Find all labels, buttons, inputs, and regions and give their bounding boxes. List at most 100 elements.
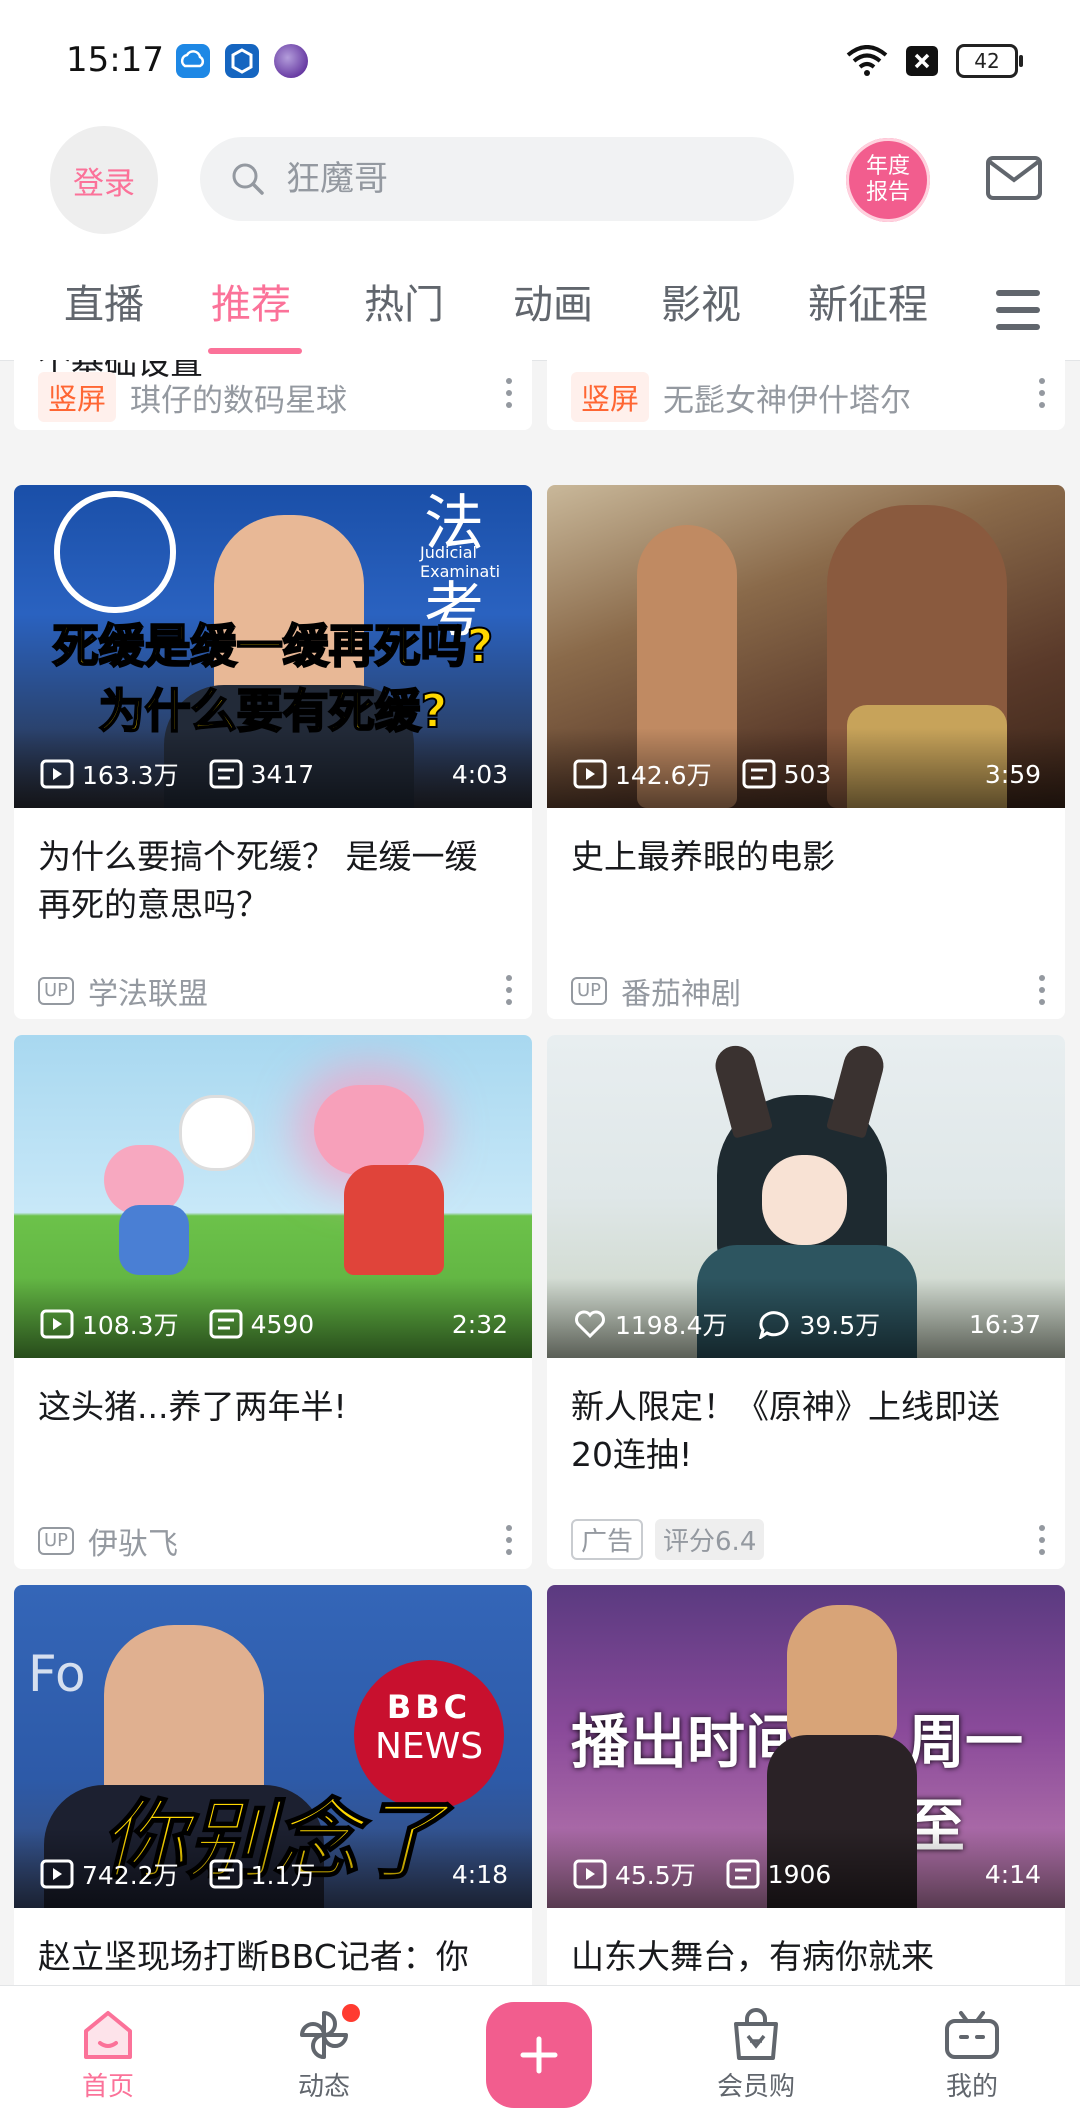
thumb-logo xyxy=(54,491,176,613)
battery-indicator: 42 xyxy=(956,44,1023,78)
annual-report-line1: 年度 xyxy=(865,154,910,179)
video-thumbnail[interactable]: 142.6万 503 3:59 xyxy=(547,485,1065,808)
danmaku-count: 3417 xyxy=(250,759,315,789)
author-name[interactable]: 学法联盟 xyxy=(88,969,208,1013)
video-thumbnail[interactable]: 播出时间 周一至 45.5万 1906 4:14 xyxy=(547,1585,1065,1908)
nav-home-label: 首页 xyxy=(81,2072,134,2102)
active-tab-indicator xyxy=(208,348,302,354)
card-meta: UP 伊驮飞 xyxy=(38,1519,518,1563)
play-icon xyxy=(40,759,74,789)
thumb-pig-shirt xyxy=(119,1205,189,1275)
play-icon xyxy=(40,1309,74,1339)
more-options-button[interactable] xyxy=(1039,1525,1047,1555)
video-duration: 4:14 xyxy=(984,1859,1041,1889)
video-stats: 142.6万 503 3:59 xyxy=(573,756,1041,792)
more-options-button[interactable] xyxy=(1039,975,1047,1005)
nav-dynamic[interactable]: 动态 xyxy=(254,1986,394,2121)
danmaku-icon xyxy=(209,1309,243,1339)
tab-recommend[interactable]: 推荐 xyxy=(211,262,291,360)
top-header: 登录 年度 报告 直播 推荐 热门 动画 影视 新征程 xyxy=(0,122,1080,361)
tab-anime[interactable]: 动画 xyxy=(513,262,593,360)
video-feed[interactable]: 个基础设置 竖屏 琪仔的数码星球 竖屏 无髭女神伊什塔尔 法考 Judicial… xyxy=(0,360,1080,1985)
vertical-tag: 竖屏 xyxy=(571,372,650,422)
upload-button[interactable] xyxy=(486,2002,592,2108)
nav-mine-label: 我的 xyxy=(945,2072,998,2102)
search-input[interactable] xyxy=(284,158,748,200)
video-card[interactable]: 142.6万 503 3:59 史上最养眼的电影 UP 番茄神剧 xyxy=(547,485,1065,1019)
nav-home[interactable]: 首页 xyxy=(38,1986,178,2121)
video-thumbnail[interactable]: 108.3万 4590 2:32 xyxy=(14,1035,532,1358)
nav-mine[interactable]: 我的 xyxy=(902,1986,1042,2121)
danmaku-icon xyxy=(209,759,243,789)
bbc-label: BBC xyxy=(386,1688,472,1726)
category-tabs: 直播 推荐 热门 动画 影视 新征程 xyxy=(0,262,1080,361)
author-name[interactable]: 无髭女神伊什塔尔 xyxy=(663,375,911,420)
plus-icon xyxy=(520,2036,558,2074)
tab-live[interactable]: 直播 xyxy=(64,262,144,360)
nav-mall[interactable]: 会员购 xyxy=(686,1986,826,2121)
cloud-app-icon xyxy=(176,44,210,78)
tab-hot[interactable]: 热门 xyxy=(364,262,444,360)
status-time: 15:17 xyxy=(66,40,164,80)
moon-app-icon xyxy=(274,44,308,78)
thumb-pig-big xyxy=(314,1085,424,1175)
author-name[interactable]: 琪仔的数码星球 xyxy=(130,375,347,420)
more-options-button[interactable] xyxy=(506,378,514,408)
danmaku-count: 1906 xyxy=(767,1859,832,1889)
shopping-bag-icon xyxy=(734,2008,778,2060)
ad-stats: 1198.4万 39.5万 16:37 xyxy=(573,1306,1041,1342)
no-sim-icon xyxy=(906,46,938,76)
video-stats: 742.2万 1.1万 4:18 xyxy=(40,1856,508,1892)
video-duration: 2:32 xyxy=(451,1309,508,1339)
tab-new-journey[interactable]: 新征程 xyxy=(808,262,928,360)
thumb-character-face xyxy=(762,1155,847,1245)
vertical-tag: 竖屏 xyxy=(38,372,117,422)
video-stats: 45.5万 1906 4:14 xyxy=(573,1856,1041,1892)
video-title[interactable]: 这头猪...养了两年半! xyxy=(38,1383,508,1431)
play-icon xyxy=(573,1859,607,1889)
video-title[interactable]: 赵立坚现场打断BBC记者：你 xyxy=(38,1933,508,1981)
author-name[interactable]: 伊驮飞 xyxy=(88,1519,178,1563)
video-title[interactable]: 史上最养眼的电影 xyxy=(571,833,1041,881)
danmaku-icon xyxy=(209,1859,243,1889)
thumb-pig-dress xyxy=(344,1165,444,1275)
mail-button[interactable] xyxy=(986,156,1042,204)
ad-title[interactable]: 新人限定！《原神》上线即送20连抽! xyxy=(571,1383,1041,1479)
login-button[interactable]: 登录 xyxy=(50,126,158,234)
thumb-character-ear xyxy=(826,1041,888,1139)
more-options-button[interactable] xyxy=(1039,378,1047,408)
video-card[interactable]: 播出时间 周一至 45.5万 1906 4:14 山东大舞台，有病你就来 xyxy=(547,1585,1065,1985)
more-options-button[interactable] xyxy=(506,975,514,1005)
tab-menu-button[interactable] xyxy=(996,290,1040,341)
tab-movies[interactable]: 影视 xyxy=(661,262,741,360)
video-card-partial[interactable]: 竖屏 无髭女神伊什塔尔 xyxy=(547,360,1065,430)
play-icon xyxy=(40,1859,74,1889)
video-title[interactable]: 山东大舞台，有病你就来 xyxy=(571,1933,1041,1981)
video-thumbnail[interactable]: 法考 Judicial Examinati 死缓是缓一缓再死吗? 为什么要有死缓… xyxy=(14,485,532,808)
more-options-button[interactable] xyxy=(506,1525,514,1555)
video-card[interactable]: Fo n Aff BBC NEWS 你别念了 742.2万 1.1万 4:18 … xyxy=(14,1585,532,1985)
danmaku-count: 1.1万 xyxy=(250,1861,316,1890)
video-card[interactable]: 108.3万 4590 2:32 这头猪...养了两年半! UP 伊驮飞 xyxy=(14,1035,532,1569)
ad-card[interactable]: 1198.4万 39.5万 16:37 新人限定！《原神》上线即送20连抽! 广… xyxy=(547,1035,1065,1569)
video-card[interactable]: 法考 Judicial Examinati 死缓是缓一缓再死吗? 为什么要有死缓… xyxy=(14,485,532,1019)
author-name[interactable]: 番茄神剧 xyxy=(621,969,741,1013)
up-badge: UP xyxy=(38,977,75,1005)
score-badge: 评分6.4 xyxy=(655,1519,765,1560)
video-stats: 163.3万 3417 4:03 xyxy=(40,756,508,792)
like-count: 1198.4万 xyxy=(615,1311,728,1340)
ad-badge: 广告 xyxy=(571,1519,644,1560)
video-title[interactable]: 为什么要搞个死缓？ 是缓一缓再死的意思吗？ xyxy=(38,833,508,929)
ad-thumbnail[interactable]: 1198.4万 39.5万 16:37 xyxy=(547,1035,1065,1358)
home-icon xyxy=(84,2011,132,2059)
status-icons: 42 xyxy=(846,44,1023,78)
annual-report-button[interactable]: 年度 报告 xyxy=(846,138,930,222)
thumb-caption-english: Judicial Examinati xyxy=(420,543,501,581)
mail-icon xyxy=(986,156,1042,200)
video-thumbnail[interactable]: Fo n Aff BBC NEWS 你别念了 742.2万 1.1万 4:18 xyxy=(14,1585,532,1908)
video-card-partial[interactable]: 个基础设置 竖屏 琪仔的数码星球 xyxy=(14,360,532,430)
comment-icon xyxy=(759,1311,789,1339)
tv-icon xyxy=(945,2011,999,2059)
wifi-icon xyxy=(846,45,888,76)
search-bar[interactable] xyxy=(200,137,794,221)
